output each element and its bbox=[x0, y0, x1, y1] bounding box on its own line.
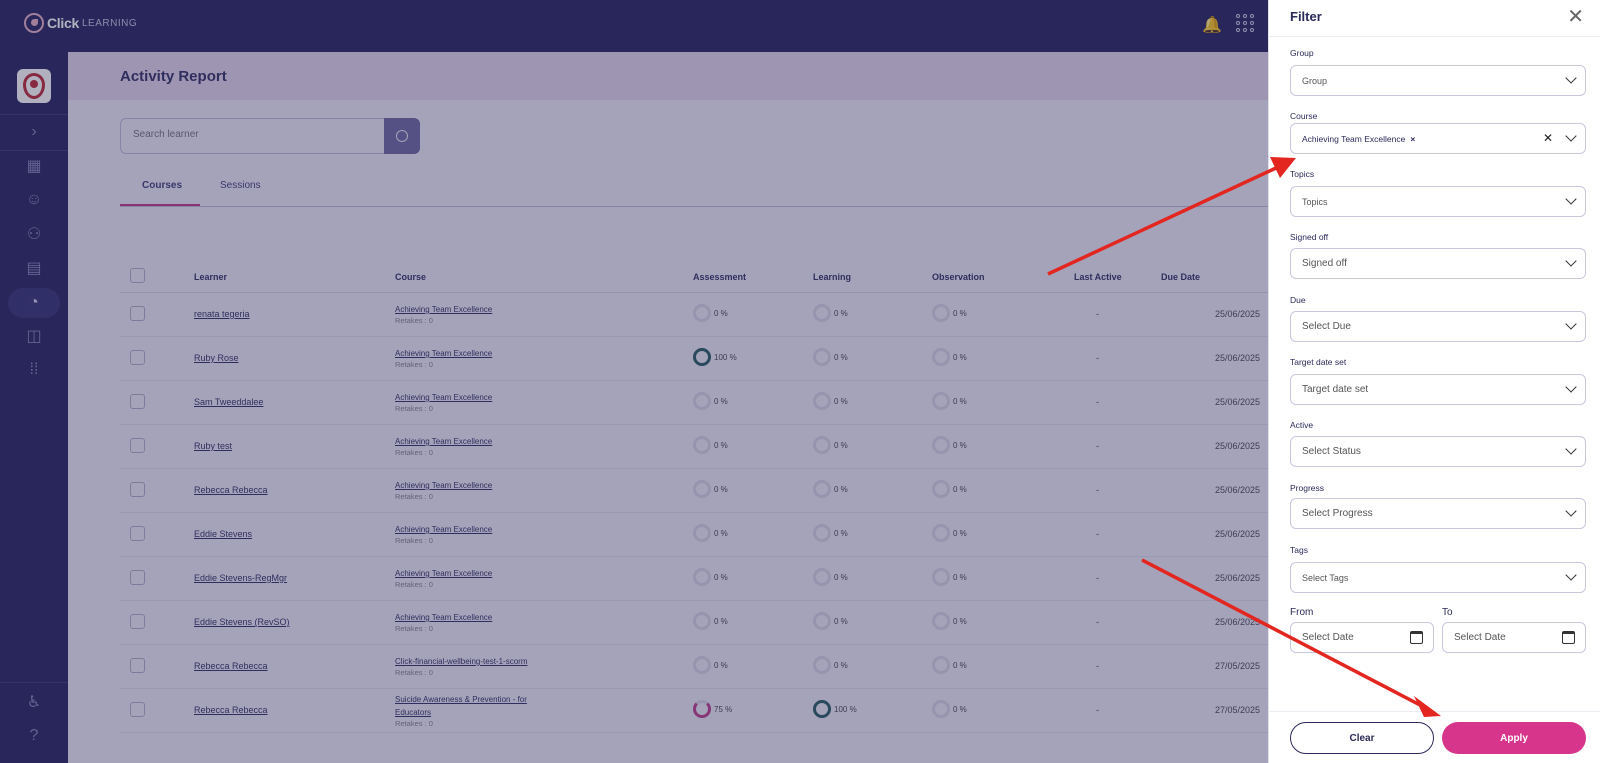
from-label: From bbox=[1290, 607, 1314, 618]
filter-panel: Filter ✕ Group Group Course Achieving Te… bbox=[1268, 0, 1600, 763]
progress-select[interactable]: Select Progress bbox=[1290, 498, 1586, 529]
chevron-down-icon bbox=[1565, 318, 1577, 330]
modal-backdrop-top bbox=[0, 0, 1268, 52]
chevron-down-icon bbox=[1565, 443, 1577, 455]
active-label: Active bbox=[1290, 420, 1314, 430]
calendar-icon[interactable] bbox=[1410, 631, 1423, 644]
chevron-down-icon bbox=[1565, 193, 1577, 205]
topics-label: Topics bbox=[1290, 169, 1315, 179]
topics-placeholder: Topics bbox=[1302, 197, 1328, 207]
tags-label: Tags bbox=[1290, 545, 1308, 555]
modal-backdrop[interactable] bbox=[68, 52, 1268, 763]
group-select[interactable]: Group bbox=[1290, 65, 1586, 96]
topics-select[interactable]: Topics bbox=[1290, 186, 1586, 217]
chevron-down-icon bbox=[1565, 255, 1577, 267]
due-select[interactable]: Select Due bbox=[1290, 311, 1586, 342]
to-date-placeholder: Select Date bbox=[1454, 632, 1506, 643]
progress-label: Progress bbox=[1290, 483, 1325, 493]
due-placeholder: Select Due bbox=[1302, 321, 1351, 332]
from-date-input[interactable]: Select Date bbox=[1290, 622, 1434, 653]
tags-placeholder: Select Tags bbox=[1302, 573, 1349, 583]
to-date-input[interactable]: Select Date bbox=[1442, 622, 1586, 653]
signed-off-select[interactable]: Signed off bbox=[1290, 248, 1586, 279]
calendar-icon[interactable] bbox=[1562, 631, 1575, 644]
course-label: Course bbox=[1290, 111, 1318, 121]
course-chip-label: Achieving Team Excellence bbox=[1302, 134, 1406, 144]
close-icon[interactable]: ✕ bbox=[1567, 4, 1584, 29]
active-placeholder: Select Status bbox=[1302, 446, 1361, 457]
course-select[interactable]: Achieving Team Excellence × ✕ bbox=[1290, 123, 1586, 154]
chevron-down-icon bbox=[1565, 505, 1577, 517]
chevron-down-icon bbox=[1565, 130, 1577, 142]
panel-divider bbox=[1269, 711, 1600, 712]
progress-placeholder: Select Progress bbox=[1302, 508, 1373, 519]
signed-off-label: Signed off bbox=[1290, 232, 1329, 242]
clear-selection-icon[interactable]: ✕ bbox=[1543, 131, 1553, 145]
target-date-select[interactable]: Target date set bbox=[1290, 374, 1586, 405]
chevron-down-icon bbox=[1565, 569, 1577, 581]
chevron-down-icon bbox=[1565, 381, 1577, 393]
panel-divider bbox=[1269, 36, 1600, 37]
filter-title: Filter bbox=[1290, 9, 1322, 24]
to-label: To bbox=[1442, 607, 1453, 618]
chevron-down-icon bbox=[1565, 72, 1577, 84]
due-label: Due bbox=[1290, 295, 1306, 305]
active-select[interactable]: Select Status bbox=[1290, 436, 1586, 467]
chip-remove-icon[interactable]: × bbox=[1410, 134, 1415, 144]
target-date-value: Target date set bbox=[1302, 384, 1369, 395]
from-date-placeholder: Select Date bbox=[1302, 632, 1354, 643]
group-label: Group bbox=[1290, 48, 1314, 58]
modal-backdrop-side bbox=[0, 52, 68, 763]
tags-select[interactable]: Select Tags bbox=[1290, 562, 1586, 593]
apply-button[interactable]: Apply bbox=[1442, 722, 1586, 754]
signed-off-value: Signed off bbox=[1302, 258, 1347, 269]
group-placeholder: Group bbox=[1302, 76, 1328, 86]
clear-button[interactable]: Clear bbox=[1290, 722, 1434, 754]
target-date-label: Target date set bbox=[1290, 357, 1347, 367]
course-chip[interactable]: Achieving Team Excellence × bbox=[1302, 134, 1415, 144]
